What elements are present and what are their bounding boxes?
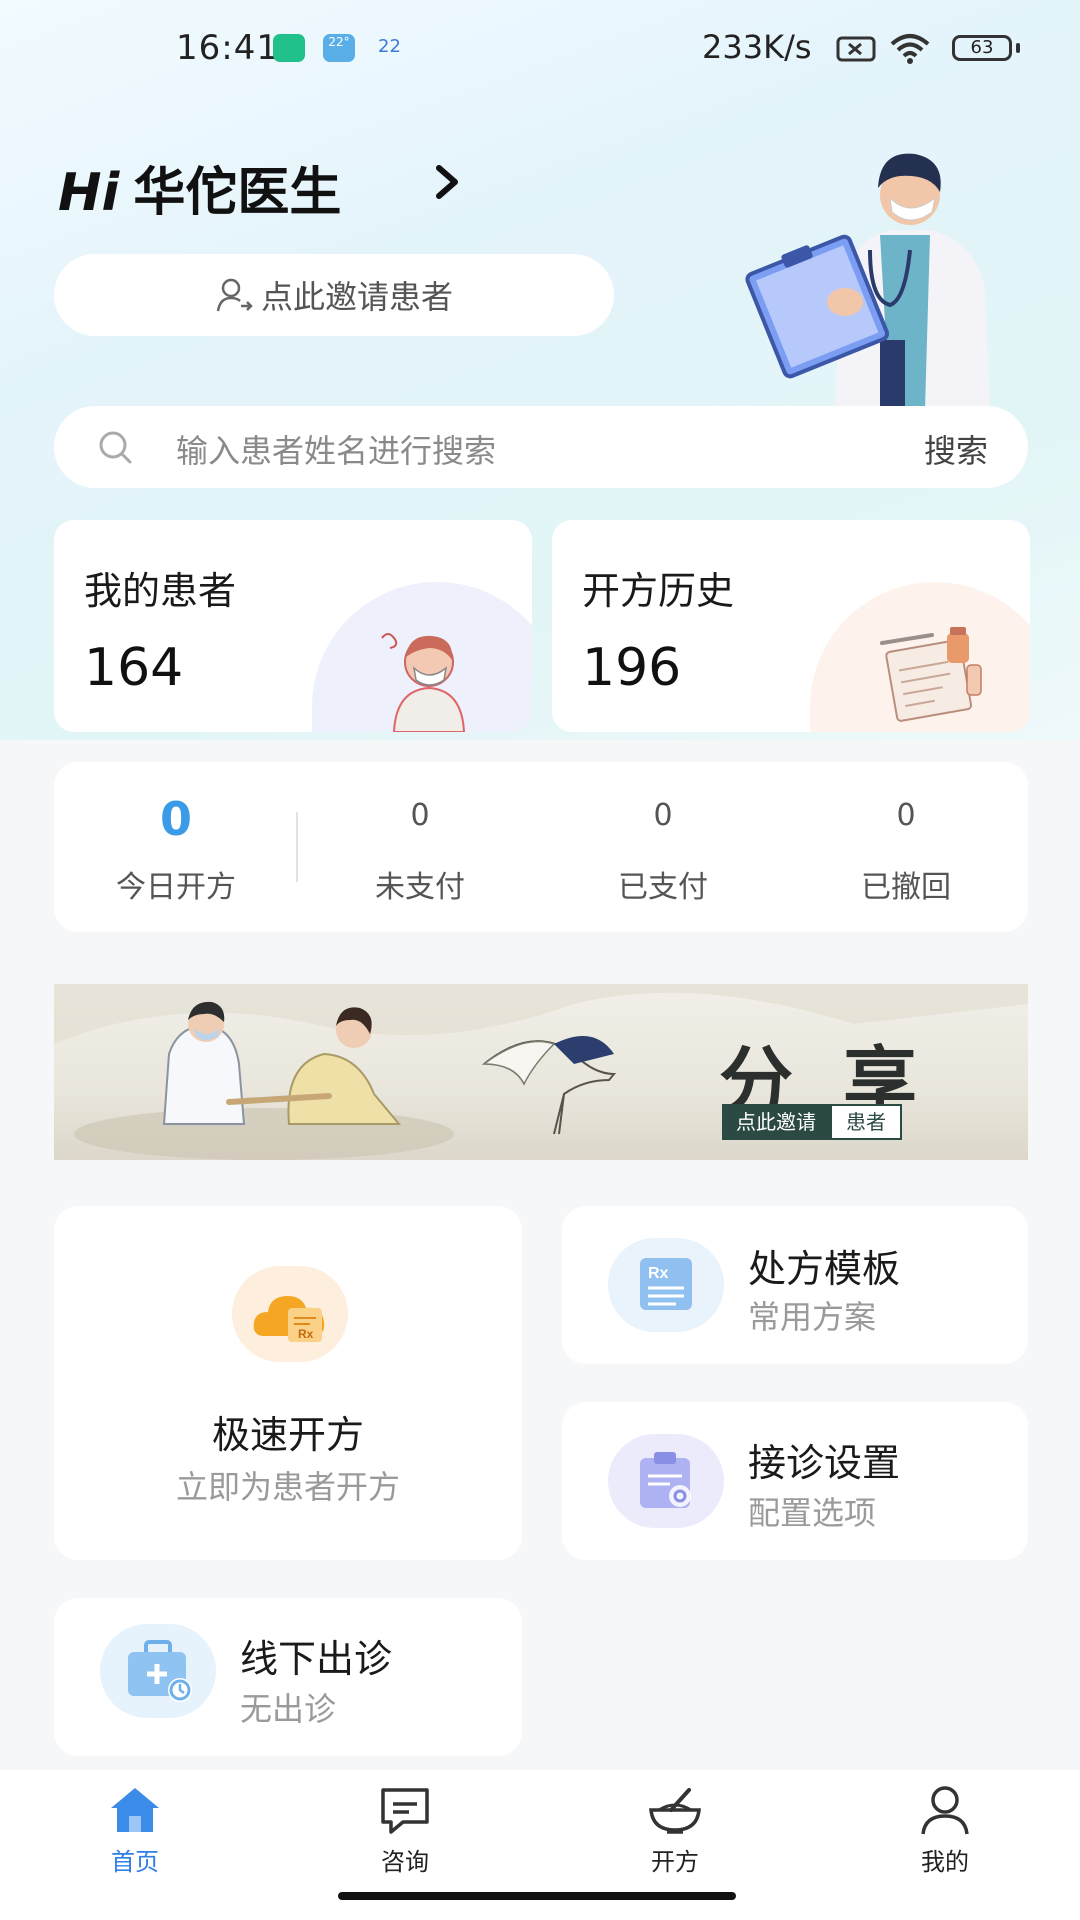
sick-patient-illustration [381,633,466,732]
count-today-rx-value: 0 [159,792,192,846]
tab-home[interactable]: 首页 [0,1770,270,1890]
greeting-title[interactable]: Hi 华佗医生 [58,150,341,225]
rx-history-label: 开方历史 [582,569,735,613]
search-icon [99,431,132,464]
chat-icon [381,1788,429,1834]
weather-icon: 22° [323,34,355,62]
tab-profile[interactable]: 我的 [810,1770,1080,1890]
count-unpaid[interactable]: 0 未支付 [298,762,542,932]
battery-tip [1016,43,1020,53]
cloud-rx-icon: Rx [253,1296,325,1342]
add-user-icon [216,278,253,312]
rx-template-card[interactable]: Rx 处方模板 常用方案 [562,1206,1028,1364]
doctor-name: 华佗医生 [133,163,342,223]
patient-search-bar[interactable]: 输入患者姓名进行搜索 搜索 [54,406,1028,488]
wifi-icon [890,34,930,64]
mortar-bowl-icon [649,1788,701,1834]
rx-document-icon: Rx [640,1258,692,1310]
banner-tag-right: 患者 [830,1104,902,1140]
tab-profile-label: 我的 [921,1848,969,1876]
battery-indicator: 63 [952,35,1012,61]
clipboard-settings-icon [640,1452,691,1508]
search-input[interactable]: 输入患者姓名进行搜索 [176,426,496,472]
rx-history-count: 196 [582,638,682,698]
consult-settings-subtitle: 配置选项 [748,1494,877,1532]
rx-template-subtitle: 常用方案 [748,1298,877,1336]
banner-invite-tag: 点此邀请 患者 [722,1104,902,1140]
sim-off-icon [836,36,876,62]
network-speed: 233K/s [702,28,812,66]
offline-clinic-subtitle: 无出诊 [240,1690,337,1728]
count-withdrawn-value: 0 [896,798,916,833]
count-paid[interactable]: 0 已支付 [541,762,785,932]
share-banner[interactable]: 分享 点此邀请 患者 [54,984,1028,1160]
offline-clinic-card[interactable]: 线下出诊 无出诊 [54,1598,522,1756]
count-unpaid-label: 未支付 [375,870,465,905]
chevron-right-icon[interactable] [425,160,469,204]
my-patients-label: 我的患者 [84,569,237,613]
count-withdrawn-label: 已撤回 [861,870,951,905]
tab-prescribe[interactable]: 开方 [540,1770,810,1890]
invite-patient-button[interactable]: 点此邀请患者 [54,254,614,336]
tab-home-label: 首页 [111,1848,159,1876]
my-patients-card[interactable]: 我的患者 164 [54,520,532,732]
home-icon [111,1788,159,1832]
quick-rx-card[interactable]: Rx 极速开方 立即为患者开方 [54,1206,522,1560]
count-paid-value: 0 [653,798,673,833]
quick-rx-title: 极速开方 [211,1413,364,1457]
tab-consult-label: 咨询 [381,1848,429,1876]
medical-kit-icon [128,1640,192,1702]
home-indicator[interactable] [338,1892,736,1900]
search-button[interactable]: 搜索 [924,426,988,472]
tab-prescribe-label: 开方 [651,1848,699,1876]
security-app-icon [273,34,305,62]
invite-label: 点此邀请患者 [260,278,453,316]
rx-history-card[interactable]: 开方历史 196 [552,520,1030,732]
count-withdrawn[interactable]: 0 已撤回 [784,762,1028,932]
prescription-illustration [880,627,982,722]
doctor-illustration [745,153,990,410]
aqi-icon: 22 [378,36,401,57]
count-today-rx[interactable]: 0 今日开方 [54,762,298,932]
prescription-counts-panel: 0 今日开方 0 未支付 0 已支付 0 已撤回 [54,762,1028,932]
banner-tag-left: 点此邀请 [722,1104,830,1140]
count-today-rx-label: 今日开方 [116,870,236,905]
tab-consult[interactable]: 咨询 [270,1770,540,1890]
my-patients-count: 164 [84,638,184,698]
quick-rx-subtitle: 立即为患者开方 [175,1468,400,1506]
profile-icon [921,1786,969,1835]
greeting-hi: Hi [58,163,120,223]
count-unpaid-value: 0 [410,798,430,833]
svg-text:Rx: Rx [648,1265,669,1282]
rx-template-title: 处方模板 [748,1247,901,1291]
status-time: 16:41 [176,28,279,68]
consult-settings-title: 接诊设置 [748,1441,901,1485]
status-bar: 16:41 22° 22 233K/s 63 [0,22,1080,72]
consult-settings-card[interactable]: 接诊设置 配置选项 [562,1402,1028,1560]
offline-clinic-title: 线下出诊 [240,1637,393,1681]
svg-text:Rx: Rx [298,1327,314,1341]
count-paid-label: 已支付 [618,870,708,905]
